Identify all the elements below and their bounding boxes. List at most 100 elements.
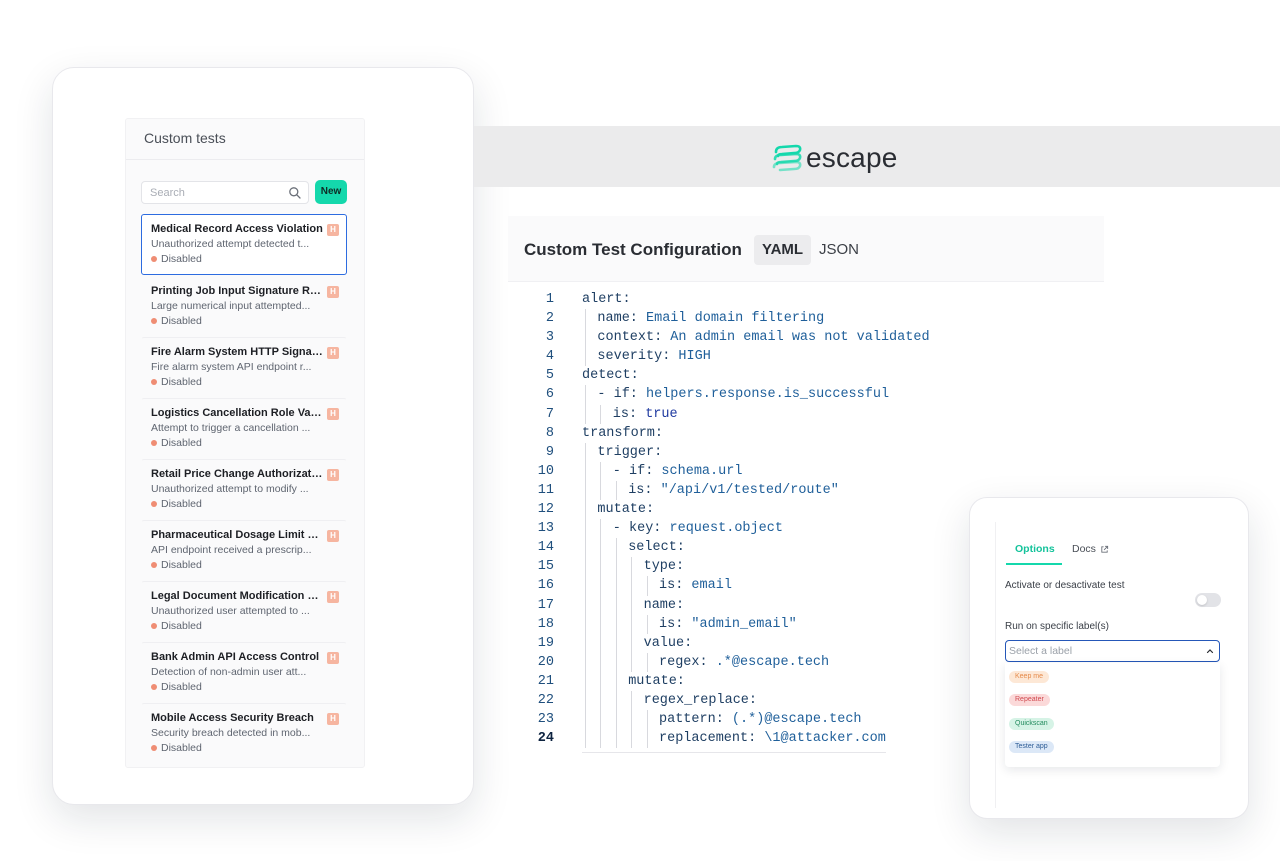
divider (126, 159, 364, 160)
severity-badge: H (327, 713, 339, 725)
indent-guide (631, 633, 632, 653)
code-text: - if: helpers.response.is_successful (597, 385, 889, 404)
code-line[interactable]: 11 is: "/api/v1/tested/route" (508, 480, 888, 501)
status-dot (151, 318, 157, 324)
label-option-chip[interactable]: Quickscan (1009, 718, 1054, 730)
active-tab-indicator (1006, 563, 1062, 565)
code-line[interactable]: 18 is: "admin_email" (508, 614, 888, 634)
activate-label: Activate or desactivate test (1005, 580, 1125, 591)
test-list-item[interactable]: Mobile Access Security Breach H Security b… (141, 703, 347, 764)
code-line[interactable]: 16 is: email (508, 576, 888, 596)
test-options-card: Options Docs Activate or desactivate tes… (969, 497, 1249, 819)
status-text: Disabled (161, 437, 202, 449)
tab-options[interactable]: Options (1015, 543, 1055, 555)
code-line[interactable]: 2 name: Email domain filtering (508, 309, 888, 329)
code-line[interactable]: 7 is: true (508, 404, 888, 424)
code-text: mutate: (597, 500, 654, 519)
test-list-item[interactable]: Retail Price Change Authorization H Unauth… (141, 459, 347, 520)
search-icon[interactable] (288, 186, 302, 200)
yaml-value: helpers.response.is_successful (637, 387, 890, 403)
indent-guide (647, 576, 648, 596)
test-list-item[interactable]: Pharmaceutical Dosage Limit En... H API en… (141, 520, 347, 581)
code-line[interactable]: 8 transform: (508, 424, 888, 443)
code-line[interactable]: 5 detect: (508, 366, 888, 385)
code-line[interactable]: 13 - key: request.object (508, 519, 888, 539)
test-list-item[interactable]: Bank Admin API Access Control H Detection … (141, 642, 347, 703)
indent-guide (600, 652, 601, 672)
new-test-button[interactable]: New (315, 180, 347, 204)
status-indicator: Disabled (151, 253, 338, 265)
code-line[interactable]: 1 alert: (508, 290, 888, 309)
line-number: 23 (537, 712, 554, 728)
code-line[interactable]: 6 - if: helpers.response.is_successful (508, 385, 889, 405)
status-dot (151, 745, 157, 751)
code-line[interactable]: 19 value: (508, 633, 888, 653)
code-line[interactable]: 21 mutate: (508, 671, 888, 691)
status-indicator: Disabled (151, 315, 338, 327)
code-body[interactable]: 1 alert: 2 name: Email domain filtering 3 con… (508, 290, 930, 754)
line-number: 4 (545, 349, 554, 365)
line-number: 16 (537, 578, 554, 594)
code-line[interactable]: 10 - if: schema.url (508, 461, 888, 481)
code-line[interactable]: 20 regex: .*@escape.tech (508, 652, 888, 672)
yaml-key: regex_replace: (643, 692, 758, 708)
code-text: is: "/api/v1/tested/route" (628, 481, 839, 500)
status-text: Disabled (161, 681, 202, 693)
tests-list: Medical Record Access Violation H Unauthor… (141, 214, 347, 764)
test-list-item[interactable]: Printing Job Input Signature Req... H Larg… (141, 276, 347, 337)
code-line[interactable]: 23 pattern: (.*)@escape.tech (508, 710, 888, 730)
tab-yaml[interactable]: YAML (754, 235, 811, 265)
yaml-key: value: (643, 635, 693, 651)
code-line[interactable]: 15 type: (508, 557, 888, 577)
indent-guide (616, 690, 617, 711)
severity-badge: H (327, 286, 339, 298)
test-list-item[interactable]: Logistics Cancellation Role Vali... H Atte… (141, 398, 347, 459)
indent-guide (585, 347, 586, 367)
test-list-item[interactable]: Fire Alarm System HTTP Signat... H Fire al… (141, 337, 347, 398)
code-line[interactable]: 3 context: An admin email was not validat… (508, 328, 930, 348)
status-dot (151, 379, 157, 385)
indent-guide (647, 710, 648, 730)
code-text: replacement: \1@attacker.com (659, 729, 886, 748)
label-option-chip[interactable]: Repeater (1009, 694, 1050, 706)
code-line[interactable]: 9 trigger: (508, 442, 888, 462)
code-line[interactable]: 12 mutate: (508, 500, 888, 520)
code-text: is: true (613, 405, 678, 424)
test-list-item[interactable]: Legal Document Modification M... H Unautho… (141, 581, 347, 642)
indent-guide (600, 710, 601, 730)
label-option-chip[interactable]: Keep me (1009, 671, 1050, 683)
indent-guide (600, 557, 601, 577)
code-line[interactable]: 17 name: (508, 595, 888, 615)
indent-guide (600, 538, 601, 558)
code-line[interactable]: 24 replacement: \1@attacker.com (508, 729, 888, 749)
search-input[interactable] (142, 182, 282, 203)
yaml-value: .*@escape.tech (707, 654, 830, 670)
code-text: - if: schema.url (613, 462, 743, 481)
indent-guide (585, 633, 586, 653)
indent-guide (600, 461, 601, 481)
tab-docs[interactable]: Docs (1072, 543, 1109, 555)
code-line[interactable]: 22 regex_replace: (508, 690, 888, 711)
status-dot (151, 684, 157, 690)
indent-guide (631, 576, 632, 596)
test-name: Logistics Cancellation Role Vali... (151, 407, 323, 419)
severity-badge: H (327, 347, 339, 359)
chevron-up-icon[interactable] (1205, 646, 1215, 656)
editor-title: Custom Test Configuration (524, 240, 742, 259)
test-list-item[interactable]: Medical Record Access Violation H Unauthor… (141, 214, 347, 275)
severity-badge: H (327, 224, 339, 236)
search-field[interactable] (141, 181, 309, 204)
label-select[interactable]: Select a label (1005, 640, 1220, 662)
line-number: 11 (537, 482, 554, 498)
indent-guide (585, 480, 586, 501)
tab-json[interactable]: JSON (815, 235, 863, 265)
yaml-key: transform: (582, 425, 664, 441)
label-option-chip[interactable]: Tester app (1009, 741, 1054, 753)
custom-tests-card: Custom tests New Medical Record Access V… (52, 67, 474, 805)
status-indicator: Disabled (151, 498, 338, 510)
yaml-key: regex: (659, 654, 708, 670)
code-line[interactable]: 14 select: (508, 538, 888, 558)
activate-toggle[interactable] (1195, 593, 1221, 607)
code-line[interactable]: 4 severity: HIGH (508, 347, 888, 367)
test-description: Unauthorized attempt to modify ... (151, 483, 309, 495)
